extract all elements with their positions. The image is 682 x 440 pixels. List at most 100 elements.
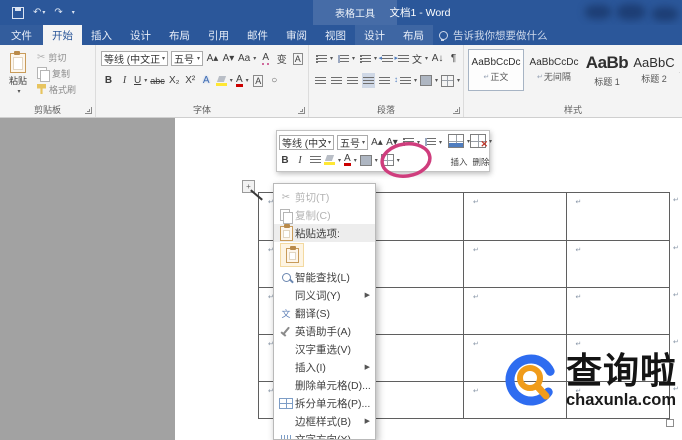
underline-button[interactable]: U▾ [134, 73, 147, 88]
save-button[interactable] [12, 7, 24, 19]
font-dialog-launcher[interactable] [298, 107, 305, 114]
subscript-button[interactable]: X₂ [168, 73, 181, 88]
table-cell[interactable]: ↵ [567, 288, 670, 335]
tab-插入[interactable]: 插入 [82, 25, 121, 45]
clipboard-item-剪切[interactable]: ✂剪切 [37, 49, 76, 65]
numbering-button[interactable]: ▾ [336, 51, 355, 66]
table-cell[interactable]: ↵ [362, 335, 465, 382]
tab-开始[interactable]: 开始 [43, 25, 82, 45]
redo-button[interactable]: ↷ [54, 7, 62, 18]
text-highlight-button[interactable]: ▾ [324, 152, 341, 168]
justify-button[interactable] [362, 73, 375, 88]
superscript-button[interactable]: X² [184, 73, 197, 88]
character-shading-button[interactable]: A [252, 73, 265, 88]
tab-文件[interactable]: 文件 [0, 25, 43, 45]
tab-设计-contextual[interactable]: 设计 [355, 25, 394, 45]
clipboard-item-格式刷[interactable]: 格式刷 [37, 81, 76, 97]
paste-button[interactable]: 粘贴 ▾ [3, 48, 33, 100]
menu-item-insert[interactable]: 插入(I)▶ [274, 358, 375, 376]
clipboard-item-复制[interactable]: 复制 [37, 65, 76, 81]
style-card-partial[interactable]: A [678, 49, 680, 91]
tab-引用[interactable]: 引用 [199, 25, 238, 45]
table-cell[interactable]: ↵ [464, 193, 567, 241]
tab-邮件[interactable]: 邮件 [238, 25, 277, 45]
borders-button[interactable]: ▾ [381, 152, 400, 168]
mini-font-size-combo[interactable]: 五号 ▾ [337, 135, 368, 150]
align-center-button[interactable] [330, 73, 343, 88]
tab-视图[interactable]: 视图 [316, 25, 355, 45]
table-cell[interactable]: ↵ [567, 193, 670, 241]
shading-button[interactable]: ▾ [420, 73, 438, 88]
italic-button[interactable]: I [294, 152, 306, 168]
character-border-button[interactable]: A [291, 51, 304, 66]
grow-font-button[interactable]: A▴ [206, 51, 219, 66]
align-left-button[interactable] [314, 73, 327, 88]
style-card-标题 1[interactable]: AaBb标题 1 [584, 49, 630, 91]
shrink-font-button[interactable]: A▾ [222, 51, 235, 66]
table-cell[interactable]: ↵ [362, 288, 465, 335]
menu-item-text-direction[interactable]: 文字方向(X)... [274, 430, 375, 440]
tab-布局-contextual[interactable]: 布局 [394, 25, 433, 45]
menu-item-smart-lookup[interactable]: 智能查找(L) [274, 268, 375, 286]
clipboard-dialog-launcher[interactable] [85, 107, 92, 114]
style-card-正文[interactable]: AaBbCcDc↵正文 [468, 49, 524, 91]
mini-font-name-combo[interactable]: 等线 (中文 ▾ [279, 135, 334, 150]
table-cell[interactable]: ↵ [362, 193, 465, 241]
bullets-button[interactable]: ▾ [401, 134, 420, 150]
menu-item-border-styles[interactable]: 边框样式(B)▶ [274, 412, 375, 430]
table-cell[interactable]: ↵ [464, 288, 567, 335]
text-effects-button[interactable]: A [200, 73, 213, 88]
grow-font-button[interactable]: A▴ [371, 134, 383, 150]
font-color-button[interactable]: A▾ [236, 73, 249, 88]
mini-delete-button[interactable]: ▾ 删除 [470, 133, 492, 169]
menu-item-synonyms[interactable]: 同义词(Y)▶ [274, 286, 375, 304]
menu-item-translate[interactable]: 文翻译(S) [274, 304, 375, 322]
table-resize-handle[interactable] [666, 419, 674, 427]
decrease-indent-button[interactable] [380, 51, 393, 66]
paragraph-dialog-launcher[interactable] [453, 107, 460, 114]
menu-item-delete-cells[interactable]: 删除单元格(D)... [274, 376, 375, 394]
asian-layout-button[interactable]: 文▾ [412, 51, 428, 66]
borders-button[interactable]: ▾ [441, 73, 460, 88]
qat-customize-button[interactable]: ▾ [72, 9, 75, 16]
text-highlight-button[interactable]: ▾ [216, 73, 233, 88]
menu-item-hanzi-reselect[interactable]: 汉字重选(V) [274, 340, 375, 358]
tab-布局[interactable]: 布局 [160, 25, 199, 45]
align-right-button[interactable] [346, 73, 359, 88]
style-card-标题 2[interactable]: AaBbC标题 2 [632, 49, 676, 91]
shrink-font-button[interactable]: A▾ [386, 134, 398, 150]
bold-button[interactable]: B [102, 73, 115, 88]
character-scaling-button[interactable]: 变 [275, 51, 288, 66]
tab-审阅[interactable]: 审阅 [277, 25, 316, 45]
shading-button[interactable]: ▾ [360, 152, 378, 168]
menu-item-paste-options[interactable]: 粘贴选项: [274, 224, 375, 242]
bold-button[interactable]: B [279, 152, 291, 168]
increase-indent-button[interactable] [396, 51, 409, 66]
style-card-无间隔[interactable]: AaBbCcDc↵无间隔 [526, 49, 582, 91]
undo-button[interactable]: ↶▾ [33, 7, 45, 18]
font-name-combo[interactable]: 等线 (中文正 ▾ [101, 51, 168, 66]
line-spacing-button[interactable]: ▾ [394, 73, 417, 88]
strikethrough-button[interactable]: abc [150, 73, 165, 88]
mt-lines-button[interactable] [309, 152, 321, 168]
tab-设计[interactable]: 设计 [121, 25, 160, 45]
italic-button[interactable]: I [118, 73, 131, 88]
numbering-button[interactable]: ▾ [423, 134, 442, 150]
sort-button[interactable]: A↓ [431, 51, 444, 66]
multilevel-list-button[interactable]: ▾ [358, 51, 377, 66]
table-cell[interactable]: ↵ [567, 241, 670, 288]
font-color-button[interactable]: A▾ [344, 152, 357, 168]
table-cell[interactable]: ↵ [362, 241, 465, 288]
table-cell[interactable]: ↵ [362, 382, 465, 418]
table-cell[interactable]: ↵ [464, 241, 567, 288]
bullets-button[interactable]: ▾ [314, 51, 333, 66]
mini-insert-button[interactable]: ▾ 插入 [448, 133, 470, 169]
phonetic-guide-button[interactable]: A [259, 51, 272, 66]
distribute-button[interactable] [378, 73, 391, 88]
change-case-button[interactable]: Aa▾ [238, 51, 256, 66]
tell-me-box[interactable]: 告诉我你想要做什么 [439, 25, 548, 45]
paste-option-button[interactable] [280, 243, 304, 267]
font-size-combo[interactable]: 五号 ▾ [171, 51, 203, 66]
menu-item-english-assistant[interactable]: 英语助手(A) [274, 322, 375, 340]
show-marks-button[interactable]: ¶ [447, 51, 460, 66]
